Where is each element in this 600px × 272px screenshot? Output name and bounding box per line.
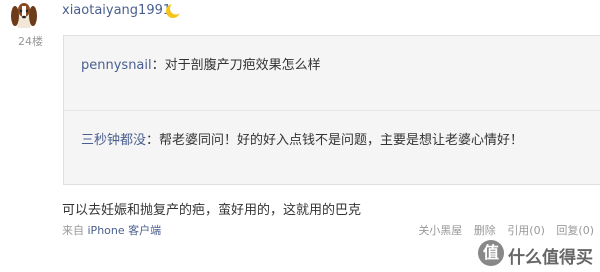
moon-icon [164, 2, 182, 20]
quote-box: pennysnail：对于剖腹产刀疤效果怎么样 三秒钟都没：帮老婆同问！好的好入… [63, 35, 600, 185]
quote-user-1[interactable]: pennysnail [81, 58, 152, 73]
delete-button[interactable]: 删除 [474, 224, 496, 237]
source-prefix: 来自 [62, 224, 88, 237]
post-source: 来自 iPhone 客户端 [62, 222, 161, 238]
floor-number: 24楼 [18, 35, 43, 48]
quote-button[interactable]: 引用(0) [507, 224, 545, 237]
quote-line-2: 三秒钟都没：帮老婆同问！好的好入点钱不是问题，主要是想让老婆心情好！ [81, 129, 523, 148]
watermark-text: 什么值得买 [508, 248, 593, 268]
quote-text-1: 对于剖腹产刀疤效果怎么样 [164, 58, 321, 73]
quote-user-2[interactable]: 三秒钟都没 [81, 133, 146, 148]
quote-text-2: 帮老婆同问！好的好入点钱不是问题，主要是想让老婆心情好！ [159, 133, 524, 148]
site-watermark: 值 什么值得买 [478, 238, 598, 270]
reply-text: 可以去妊娠和抛复产的疤，蛮好用的，这就用的巴克 [62, 203, 362, 218]
reply-button[interactable]: 回复(0) [556, 224, 594, 237]
block-user-button[interactable]: 关小黑屋 [418, 224, 462, 237]
watermark-logo-icon: 值 [478, 240, 504, 266]
avatar[interactable] [6, 0, 42, 28]
quote-separator-2: ： [146, 133, 160, 148]
quote-divider [64, 110, 600, 111]
quote-separator-1: ： [151, 58, 165, 73]
post-actions: 关小黑屋 删除 引用(0) 回复(0) [410, 222, 594, 238]
quote-line-1: pennysnail：对于剖腹产刀疤效果怎么样 [81, 54, 321, 73]
source-device-link[interactable]: iPhone 客户端 [88, 224, 162, 237]
username-link[interactable]: xiaotaiyang1991 [62, 3, 171, 18]
